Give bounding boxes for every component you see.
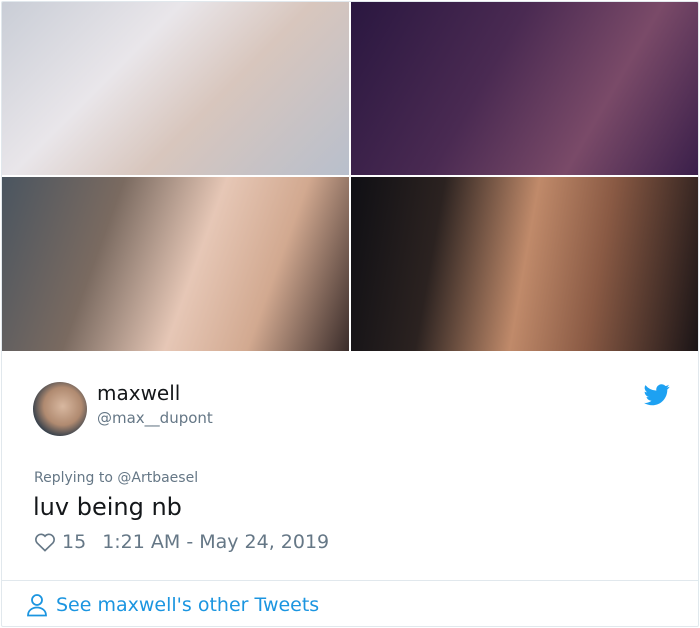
photo-3[interactable] (2, 177, 349, 351)
display-name[interactable]: maxwell (97, 381, 180, 405)
tweet-timestamp[interactable]: 1:21 AM - May 24, 2019 (102, 531, 329, 553)
replying-prefix: Replying to (34, 470, 118, 486)
photo-4[interactable] (351, 177, 698, 351)
photo-2[interactable] (351, 2, 698, 175)
avatar[interactable] (33, 382, 87, 436)
user-handle[interactable]: @max__dupont (97, 409, 213, 427)
see-other-tweets-link[interactable]: See maxwell's other Tweets (26, 593, 319, 617)
tweet-card: maxwell @max__dupont Replying to @Artbae… (1, 1, 699, 627)
person-icon (27, 594, 47, 617)
tweet-meta: 15 1:21 AM - May 24, 2019 (34, 529, 329, 555)
photo-1[interactable] (2, 2, 349, 175)
photo-grid (2, 2, 698, 351)
tweet-text: luv being nb (33, 493, 182, 521)
reply-mention-link[interactable]: @Artbaesel (117, 470, 198, 486)
divider (2, 580, 698, 581)
see-other-tweets-label: See maxwell's other Tweets (56, 594, 320, 616)
twitter-bird-icon[interactable] (644, 384, 670, 406)
replying-to: Replying to @Artbaesel (34, 470, 198, 486)
heart-icon[interactable] (34, 532, 56, 552)
like-count[interactable]: 15 (62, 531, 86, 553)
